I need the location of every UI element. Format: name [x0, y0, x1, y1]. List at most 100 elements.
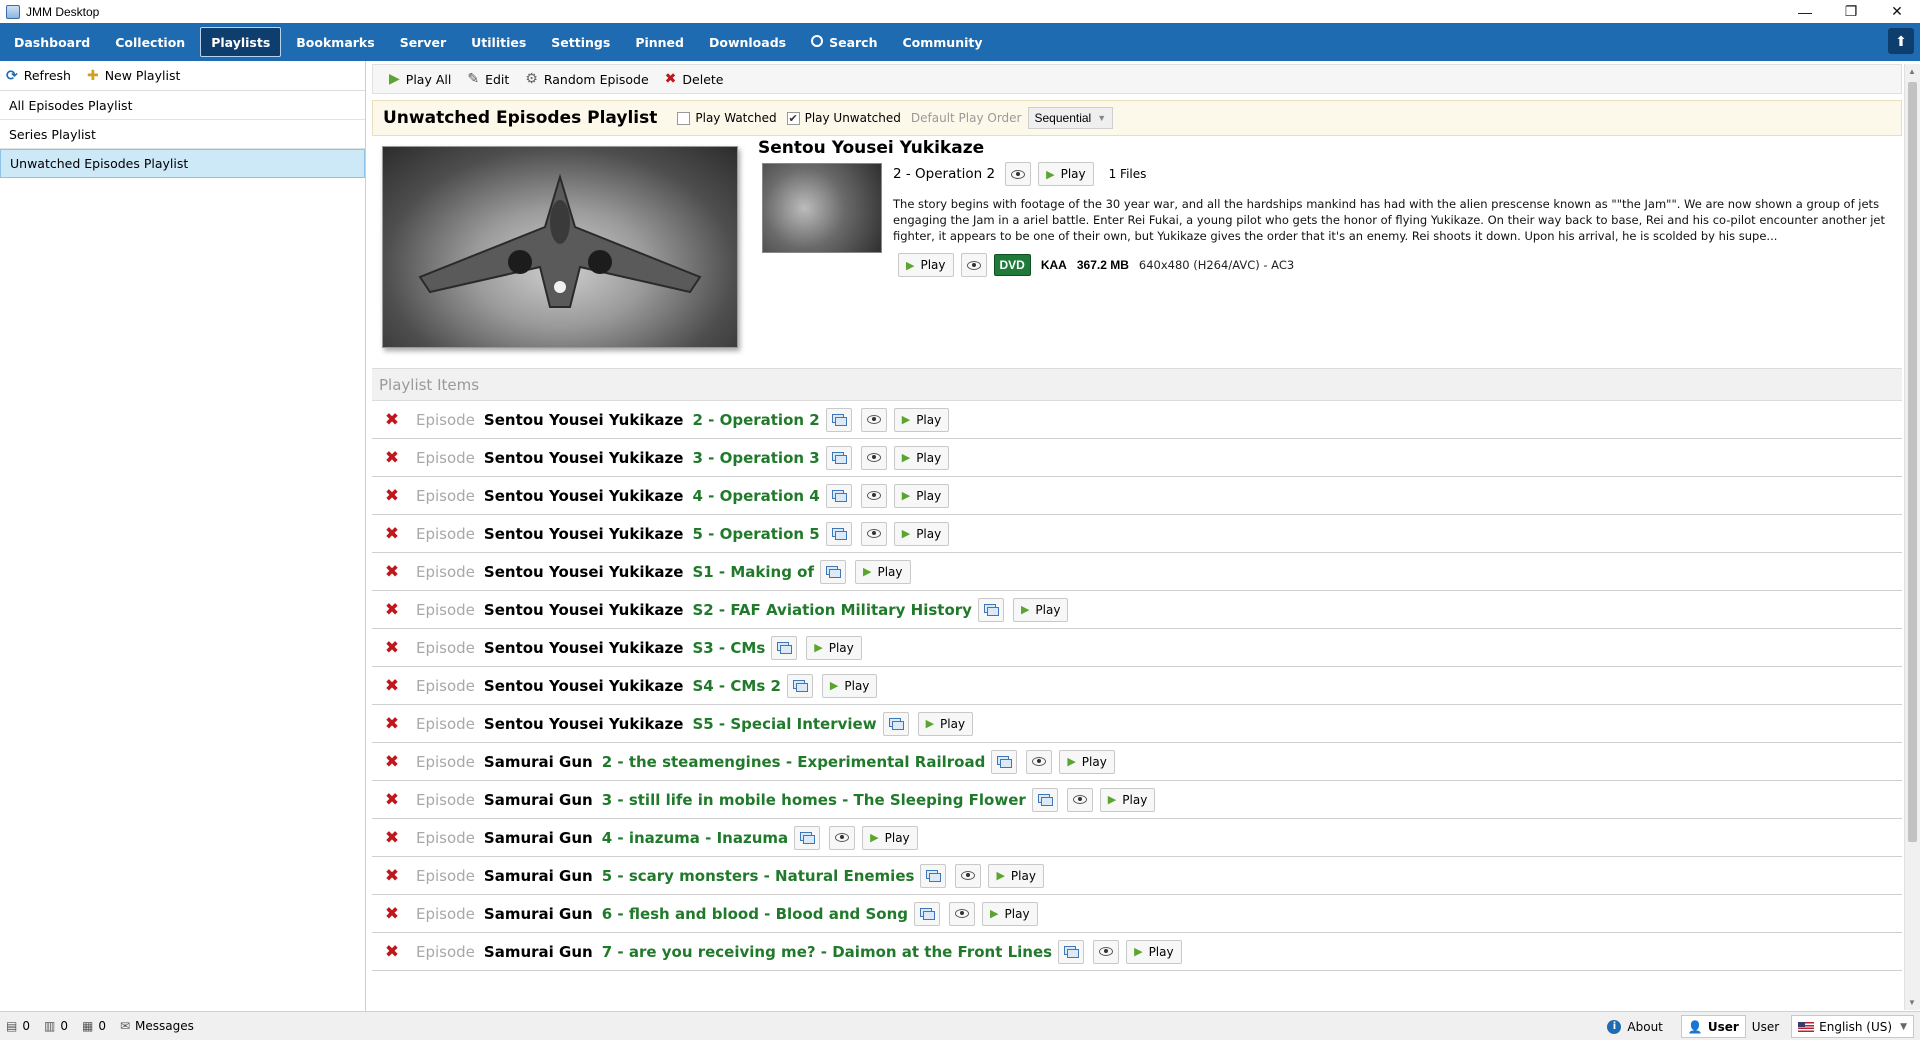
- user-button[interactable]: 👤 User: [1680, 1015, 1746, 1038]
- item-episode-title[interactable]: 4 - Operation 4: [692, 487, 819, 505]
- item-episode-title[interactable]: 2 - Operation 2: [692, 411, 819, 429]
- item-play-button[interactable]: ▶ Play: [1126, 939, 1182, 964]
- watched-toggle-button[interactable]: [949, 901, 976, 926]
- random-episode-button[interactable]: ⚙ Random Episode: [525, 71, 648, 87]
- item-episode-title[interactable]: 3 - still life in mobile homes - The Sle…: [602, 791, 1026, 809]
- episode-thumbnail[interactable]: [762, 163, 882, 253]
- vertical-scrollbar[interactable]: ▲ ▼: [1904, 64, 1920, 1010]
- item-series-name[interactable]: Sentou Yousei Yukikaze: [484, 677, 684, 695]
- item-series-name[interactable]: Sentou Yousei Yukikaze: [484, 639, 684, 657]
- play-watched-checkbox[interactable]: Play Watched: [677, 111, 777, 125]
- play-unwatched-checkbox[interactable]: ✔ Play Unwatched: [786, 111, 901, 125]
- default-play-order-select[interactable]: Sequential ▼: [1027, 107, 1114, 129]
- watched-toggle-button[interactable]: [955, 863, 982, 888]
- item-play-button[interactable]: ▶ Play: [917, 711, 974, 736]
- playlist-item-unwatched-episodes[interactable]: Unwatched Episodes Playlist: [0, 149, 365, 178]
- item-series-name[interactable]: Sentou Yousei Yukikaze: [484, 601, 684, 619]
- watched-toggle-button[interactable]: [829, 825, 856, 850]
- nav-server[interactable]: Server: [390, 27, 456, 57]
- watched-toggle-button[interactable]: [860, 521, 887, 546]
- nav-downloads[interactable]: Downloads: [699, 27, 796, 57]
- item-episode-title[interactable]: S4 - CMs 2: [692, 677, 780, 695]
- item-series-name[interactable]: Samurai Gun: [484, 753, 593, 771]
- remove-item-icon[interactable]: ✖: [382, 828, 402, 848]
- file-details-button[interactable]: [825, 445, 852, 470]
- watched-toggle-button[interactable]: [860, 407, 887, 432]
- general-queue-status[interactable]: ▥ 0: [44, 1019, 68, 1033]
- remove-item-icon[interactable]: ✖: [382, 904, 402, 924]
- nav-utilities[interactable]: Utilities: [461, 27, 536, 57]
- item-series-name[interactable]: Samurai Gun: [484, 867, 593, 885]
- file-details-button[interactable]: [920, 863, 947, 888]
- file-details-button[interactable]: [825, 483, 852, 508]
- playlist-item-series[interactable]: Series Playlist: [0, 120, 365, 149]
- series-poster[interactable]: [382, 146, 738, 348]
- file-details-button[interactable]: [991, 749, 1018, 774]
- watched-toggle-button[interactable]: [1005, 162, 1032, 186]
- item-episode-title[interactable]: 5 - Operation 5: [692, 525, 819, 543]
- remove-item-icon[interactable]: ✖: [382, 752, 402, 772]
- item-play-button[interactable]: ▶ Play: [1012, 597, 1069, 622]
- delete-button[interactable]: ✖ Delete: [665, 71, 724, 87]
- file-details-button[interactable]: [977, 597, 1004, 622]
- remove-item-icon[interactable]: ✖: [382, 714, 402, 734]
- remove-item-icon[interactable]: ✖: [382, 448, 402, 468]
- item-play-button[interactable]: ▶ Play: [893, 483, 950, 508]
- upload-icon[interactable]: ⬆: [1888, 28, 1914, 54]
- item-play-button[interactable]: ▶ Play: [821, 673, 878, 698]
- nav-pinned[interactable]: Pinned: [625, 27, 694, 57]
- item-series-name[interactable]: Sentou Yousei Yukikaze: [484, 487, 684, 505]
- remove-item-icon[interactable]: ✖: [382, 524, 402, 544]
- remove-item-icon[interactable]: ✖: [382, 638, 402, 658]
- remove-item-icon[interactable]: ✖: [382, 600, 402, 620]
- remove-item-icon[interactable]: ✖: [382, 790, 402, 810]
- remove-item-icon[interactable]: ✖: [382, 410, 402, 430]
- minimize-button[interactable]: —: [1782, 0, 1828, 23]
- scroll-up-icon[interactable]: ▲: [1908, 67, 1916, 76]
- item-series-name[interactable]: Sentou Yousei Yukikaze: [484, 563, 684, 581]
- file-details-button[interactable]: [794, 825, 821, 850]
- item-episode-title[interactable]: S2 - FAF Aviation Military History: [692, 601, 971, 619]
- playlist-item-all-episodes[interactable]: All Episodes Playlist: [0, 91, 365, 120]
- file-details-button[interactable]: [825, 407, 852, 432]
- item-episode-title[interactable]: S3 - CMs: [692, 639, 765, 657]
- file-watched-toggle-button[interactable]: [960, 253, 987, 277]
- item-series-name[interactable]: Samurai Gun: [484, 829, 593, 847]
- item-episode-title[interactable]: 6 - flesh and blood - Blood and Song: [602, 905, 908, 923]
- play-all-button[interactable]: ▶ Play All: [389, 71, 451, 87]
- watched-toggle-button[interactable]: [1026, 749, 1053, 774]
- file-play-button[interactable]: ▶ Play: [898, 253, 954, 277]
- remove-item-icon[interactable]: ✖: [382, 562, 402, 582]
- refresh-button[interactable]: ⟳ Refresh: [6, 68, 71, 84]
- nav-search[interactable]: Search: [801, 27, 887, 57]
- nav-collection[interactable]: Collection: [105, 27, 195, 57]
- watched-toggle-button[interactable]: [1093, 939, 1120, 964]
- nav-playlists[interactable]: Playlists: [200, 27, 282, 57]
- item-episode-title[interactable]: S1 - Making of: [692, 563, 814, 581]
- hash-queue-status[interactable]: ▤ 0: [6, 1019, 30, 1033]
- item-episode-title[interactable]: 2 - the steamengines - Experimental Rail…: [602, 753, 986, 771]
- close-button[interactable]: ✕: [1874, 0, 1920, 23]
- nav-dashboard[interactable]: Dashboard: [4, 27, 100, 57]
- item-play-button[interactable]: ▶ Play: [893, 521, 950, 546]
- item-episode-title[interactable]: 3 - Operation 3: [692, 449, 819, 467]
- item-play-button[interactable]: ▶ Play: [893, 407, 950, 432]
- file-details-button[interactable]: [914, 901, 941, 926]
- item-play-button[interactable]: ▶ Play: [893, 445, 950, 470]
- item-play-button[interactable]: ▶ Play: [1059, 749, 1115, 774]
- watched-toggle-button[interactable]: [860, 445, 887, 470]
- file-details-button[interactable]: [825, 521, 852, 546]
- item-play-button[interactable]: ▶ Play: [862, 825, 918, 850]
- scrollbar-thumb[interactable]: [1908, 82, 1917, 842]
- item-play-button[interactable]: ▶ Play: [855, 559, 911, 584]
- item-play-button[interactable]: ▶ Play: [806, 635, 862, 660]
- remove-item-icon[interactable]: ✖: [382, 942, 402, 962]
- image-queue-status[interactable]: ▦ 0: [82, 1019, 106, 1033]
- nav-settings[interactable]: Settings: [541, 27, 620, 57]
- restore-button[interactable]: ❐: [1828, 0, 1874, 23]
- item-episode-title[interactable]: 5 - scary monsters - Natural Enemies: [602, 867, 915, 885]
- item-episode-title[interactable]: 4 - inazuma - Inazuma: [602, 829, 788, 847]
- item-series-name[interactable]: Samurai Gun: [484, 905, 593, 923]
- item-series-name[interactable]: Sentou Yousei Yukikaze: [484, 525, 684, 543]
- item-episode-title[interactable]: S5 - Special Interview: [692, 715, 876, 733]
